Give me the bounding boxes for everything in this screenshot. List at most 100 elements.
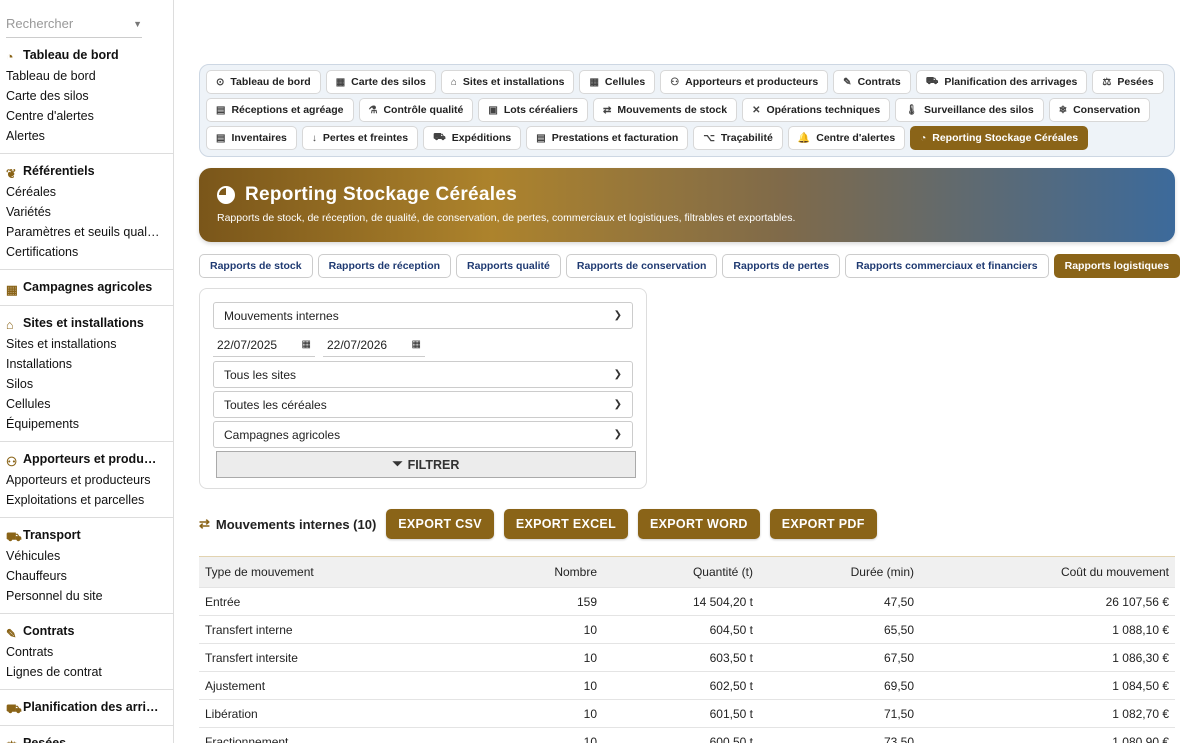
table-row[interactable]: Transfert interne 10 604,50 t 65,50 1 088,10… <box>199 616 1175 644</box>
sidebar-item[interactable]: Alertes <box>0 126 173 146</box>
nav-tab[interactable]: ⌥ Traçabilité <box>693 126 783 150</box>
report-tab[interactable]: Rapports logistiques <box>1053 254 1181 278</box>
sidebar-group: ◔ Tableau de bord Tableau de bord Carte des… <box>0 38 173 154</box>
column-header[interactable]: Coût du mouvement <box>914 565 1169 579</box>
sidebar-group-header[interactable]: ⚇ Apporteurs et produ… <box>0 448 173 470</box>
nav-tab[interactable]: ✎ Contrats <box>833 70 911 94</box>
sidebar-group-header[interactable]: ❦ Référentiels <box>0 160 173 182</box>
sidebar-item[interactable]: Exploitations et parcelles <box>0 490 173 510</box>
sidebar-item[interactable]: Carte des silos <box>0 86 173 106</box>
export-word-button[interactable]: EXPORT WORD <box>638 509 760 539</box>
report-tab[interactable]: Rapports qualité <box>456 254 561 278</box>
table-row[interactable]: Libération 10 601,50 t 71,50 1 082,70 € <box>199 700 1175 728</box>
filter-panel: Mouvements internes ❯ 22/07/2025 ▦ 22/07/2… <box>199 288 647 489</box>
nav-tab[interactable]: ⊙ Tableau de bord <box>206 70 321 94</box>
sidebar-item[interactable]: Véhicules <box>0 546 173 566</box>
nav-tab-label: Cellules <box>604 76 646 88</box>
page-title-text: Reporting Stockage Céréales <box>245 184 518 205</box>
report-tab[interactable]: Rapports de stock <box>199 254 313 278</box>
nav-tab-icon: ▤ <box>216 132 226 144</box>
nav-tab[interactable]: ▤ Réceptions et agréage <box>206 98 354 122</box>
nav-tab[interactable]: ▦ Carte des silos <box>325 70 436 94</box>
table-cell: Entrée <box>205 594 241 609</box>
report-tab[interactable]: Rapports de conservation <box>565 254 718 278</box>
sidebar-group-title: Tableau de bord <box>23 48 119 62</box>
table-row[interactable]: Transfert intersite 10 603,50 t 67,50 1 086,… <box>199 644 1175 672</box>
nav-tab[interactable]: ⚇ Apporteurs et producteurs <box>660 70 829 94</box>
nav-tab[interactable]: ⚖ Pesées <box>1092 70 1164 94</box>
sidebar-group-title: Campagnes agricoles <box>23 280 153 294</box>
nav-tab[interactable]: ⚗ Contrôle qualité <box>358 98 474 122</box>
date-from-input[interactable]: 22/07/2025 ▦ <box>213 333 315 357</box>
report-tab[interactable]: Rapports de réception <box>317 254 452 278</box>
report-tab[interactable]: Rapports commerciaux et financiers <box>845 254 1049 278</box>
report-tab[interactable]: Rapports de pertes <box>722 254 841 278</box>
nav-tab[interactable]: ⛟ Expéditions <box>423 126 522 150</box>
sidebar-item[interactable]: Paramètres et seuils qual… <box>0 222 173 242</box>
sidebar-group-header[interactable]: ⛟ Transport <box>0 524 173 546</box>
truck-arrival-icon: ⛟ <box>6 701 22 716</box>
nav-tab[interactable]: ▤ Inventaires <box>206 126 297 150</box>
sidebar-item[interactable]: Silos <box>0 374 173 394</box>
column-header[interactable]: Durée (min) <box>753 565 914 579</box>
column-header[interactable]: Quantité (t) <box>597 565 753 579</box>
table-row[interactable]: Ajustement 10 602,50 t 69,50 1 084,50 € <box>199 672 1175 700</box>
nav-tab[interactable]: ▤ Prestations et facturation <box>526 126 689 150</box>
sidebar-item[interactable]: Tableau de bord <box>0 66 173 86</box>
nav-tab-icon: ✎ <box>843 76 852 88</box>
nav-tab[interactable]: 🌡 Surveillance des silos <box>895 98 1044 122</box>
sidebar-group-header[interactable]: ⛟ Planification des arri… <box>0 696 173 718</box>
nav-tab[interactable]: ▣ Lots céréaliers <box>478 98 588 122</box>
sidebar-item[interactable]: Sites et installations <box>0 334 173 354</box>
sidebar-group-title: Sites et installations <box>23 316 144 330</box>
column-header[interactable]: Nombre <box>499 565 597 579</box>
sidebar-item[interactable]: Chauffeurs <box>0 566 173 586</box>
sidebar-item[interactable]: Certifications <box>0 242 173 262</box>
campaign-select[interactable]: Campagnes agricoles ❯ <box>213 421 633 448</box>
nav-tab[interactable]: ◔ Reporting Stockage Céréales <box>910 126 1089 150</box>
report-type-select[interactable]: Mouvements internes ❯ <box>213 302 633 329</box>
calendar-icon[interactable]: ▦ <box>412 339 421 350</box>
sidebar-item[interactable]: Équipements <box>0 414 173 434</box>
sidebar-item[interactable]: Installations <box>0 354 173 374</box>
sidebar-group-header[interactable]: ⚖ Pesées <box>0 732 173 743</box>
search-input[interactable]: Rechercher ▼ <box>6 10 142 38</box>
export-excel-button[interactable]: EXPORT EXCEL <box>503 509 629 539</box>
column-header[interactable]: Type de mouvement <box>199 565 499 579</box>
table-cell: 26 107,56 € <box>1105 594 1169 609</box>
filter-button[interactable]: ⏷ FILTRER <box>216 451 636 478</box>
sidebar-group-header[interactable]: ⌂ Sites et installations <box>0 312 173 334</box>
export-pdf-button[interactable]: EXPORT PDF <box>769 509 877 539</box>
date-to-input[interactable]: 22/07/2026 ▦ <box>323 333 425 357</box>
sidebar-item[interactable]: Personnel du site <box>0 586 173 606</box>
sidebar-group-header[interactable]: ◔ Tableau de bord <box>0 44 173 66</box>
nav-tab[interactable]: ↓ Pertes et freintes <box>301 126 419 150</box>
sidebar-group-header[interactable]: ✎ Contrats <box>0 620 173 642</box>
table-cell: 1 080,90 € <box>1112 734 1169 743</box>
sidebar-item[interactable]: Centre d'alertes <box>0 106 173 126</box>
sidebar-item[interactable]: Contrats <box>0 642 173 662</box>
nav-tab[interactable]: ⛟ Planification des arrivages <box>915 70 1088 94</box>
sidebar-item[interactable]: Lignes de contrat <box>0 662 173 682</box>
sidebar-item[interactable]: Apporteurs et producteurs <box>0 470 173 490</box>
nav-tab[interactable]: ⌂ Sites et installations <box>440 70 575 94</box>
table-row[interactable]: Fractionnement 10 600,50 t 73,50 1 080,90 € <box>199 728 1175 743</box>
nav-tab[interactable]: ✕ Opérations techniques <box>742 98 891 122</box>
sidebar-item[interactable]: Céréales <box>0 182 173 202</box>
nav-tab[interactable]: ▦ Cellules <box>579 70 656 94</box>
table-cell: Ajustement <box>205 678 266 693</box>
chevron-down-icon[interactable]: ▼ <box>133 19 142 29</box>
sidebar-item[interactable]: Cellules <box>0 394 173 414</box>
cereal-select[interactable]: Toutes les céréales ❯ <box>213 391 633 418</box>
nav-tab[interactable]: ❄ Conservation <box>1048 98 1151 122</box>
table-cell: 65,50 <box>883 622 914 637</box>
nav-tab[interactable]: 🔔 Centre d'alertes <box>787 126 906 150</box>
table-row[interactable]: Entrée 159 14 504,20 t 47,50 26 107,56 € <box>199 588 1175 616</box>
export-csv-button[interactable]: EXPORT CSV <box>386 509 494 539</box>
nav-tab[interactable]: ⇄ Mouvements de stock <box>592 98 738 122</box>
table-cell: 47,50 <box>883 594 914 609</box>
site-select[interactable]: Tous les sites ❯ <box>213 361 633 388</box>
calendar-icon[interactable]: ▦ <box>302 339 311 350</box>
sidebar-item[interactable]: Variétés <box>0 202 173 222</box>
sidebar-group-header[interactable]: ▦ Campagnes agricoles <box>0 276 173 298</box>
